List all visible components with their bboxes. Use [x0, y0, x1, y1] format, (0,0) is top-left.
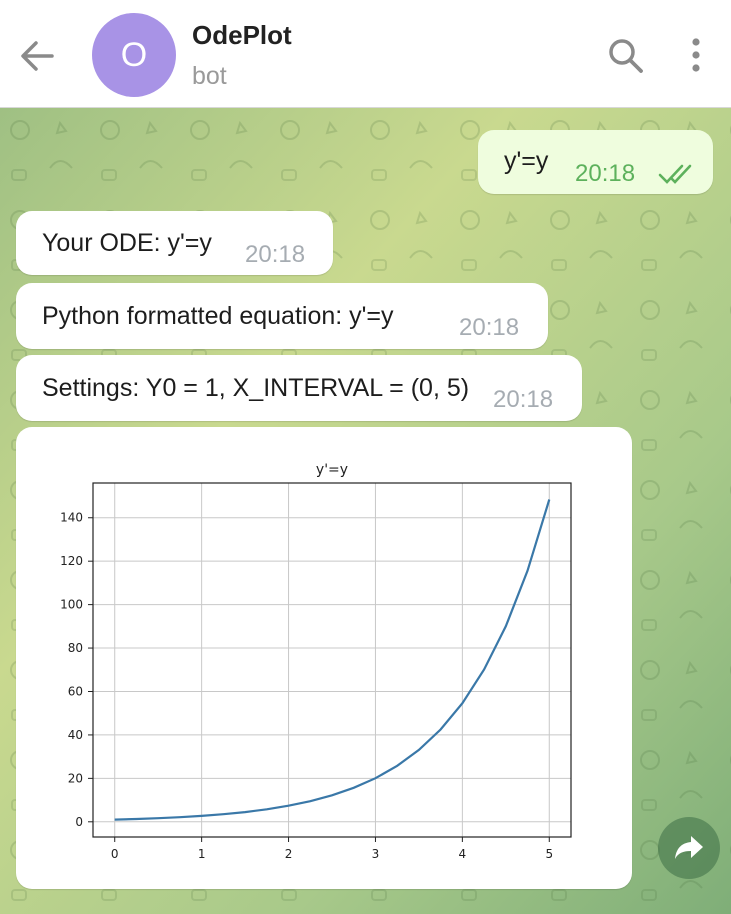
message-bubble-incoming[interactable]: Python formatted equation: y'=y 20:18 [16, 283, 548, 349]
y-tick-label: 20 [68, 771, 83, 785]
x-tick-label: 5 [545, 847, 553, 861]
more-vert-icon [692, 38, 700, 72]
back-button[interactable] [16, 34, 60, 78]
y-tick-label: 120 [60, 554, 83, 568]
message-text: y'=y [504, 147, 549, 175]
y-tick-label: 60 [68, 684, 83, 698]
message-time: 20:18 [575, 160, 636, 187]
message-bubble-outgoing[interactable]: y'=y 20:18 [478, 130, 713, 194]
y-tick-label: 100 [60, 598, 83, 612]
x-tick-label: 4 [459, 847, 467, 861]
message-text: Settings: Y0 = 1, X_INTERVAL = (0, 5) [42, 374, 470, 402]
more-menu-button[interactable] [684, 36, 708, 76]
ode-plot-chart: 0 1 2 3 4 5 0 20 40 60 80 100 120 140 y'=y [60, 462, 572, 861]
chart-grid [93, 483, 571, 837]
image-message[interactable]: 0 1 2 3 4 5 0 20 40 60 80 100 120 140 y'=y [16, 427, 632, 889]
search-button[interactable] [606, 36, 646, 76]
chat-title[interactable]: OdePlot [192, 20, 292, 51]
message-bubble-incoming[interactable]: Your ODE: y'=y 20:18 [16, 211, 333, 275]
chat-subtitle: bot [192, 62, 227, 90]
series-line [114, 499, 551, 821]
chat-area[interactable]: y'=y 20:18 Your ODE: y'=y 20:18 Python f… [0, 108, 731, 914]
y-tick-label: 0 [75, 815, 83, 829]
chart-title: y'=y [316, 462, 348, 478]
double-check-icon [658, 164, 692, 184]
message-time: 20:18 [493, 386, 554, 413]
back-arrow-icon [21, 41, 54, 71]
x-tick-label: 1 [198, 847, 206, 861]
x-tick-label: 2 [285, 847, 293, 861]
message-time: 20:18 [459, 314, 520, 341]
x-tick-label: 0 [111, 847, 119, 861]
search-icon [609, 39, 643, 73]
y-tick-label: 140 [60, 511, 83, 525]
x-tick-label: 3 [372, 847, 380, 861]
y-tick-label: 80 [68, 641, 83, 655]
chart-ticks: 0 1 2 3 4 5 0 20 40 60 80 100 120 140 [60, 511, 553, 861]
message-text: Python formatted equation: y'=y [42, 302, 394, 330]
message-bubble-incoming[interactable]: Settings: Y0 = 1, X_INTERVAL = (0, 5) 20… [16, 355, 582, 421]
share-button[interactable] [658, 817, 720, 879]
message-time: 20:18 [245, 241, 306, 268]
plot-frame [92, 482, 572, 838]
chat-header: O OdePlot bot [0, 0, 731, 108]
message-text: Your ODE: y'=y [42, 229, 212, 257]
y-tick-label: 40 [68, 728, 83, 742]
avatar[interactable]: O [92, 13, 176, 97]
share-icon [675, 836, 703, 859]
